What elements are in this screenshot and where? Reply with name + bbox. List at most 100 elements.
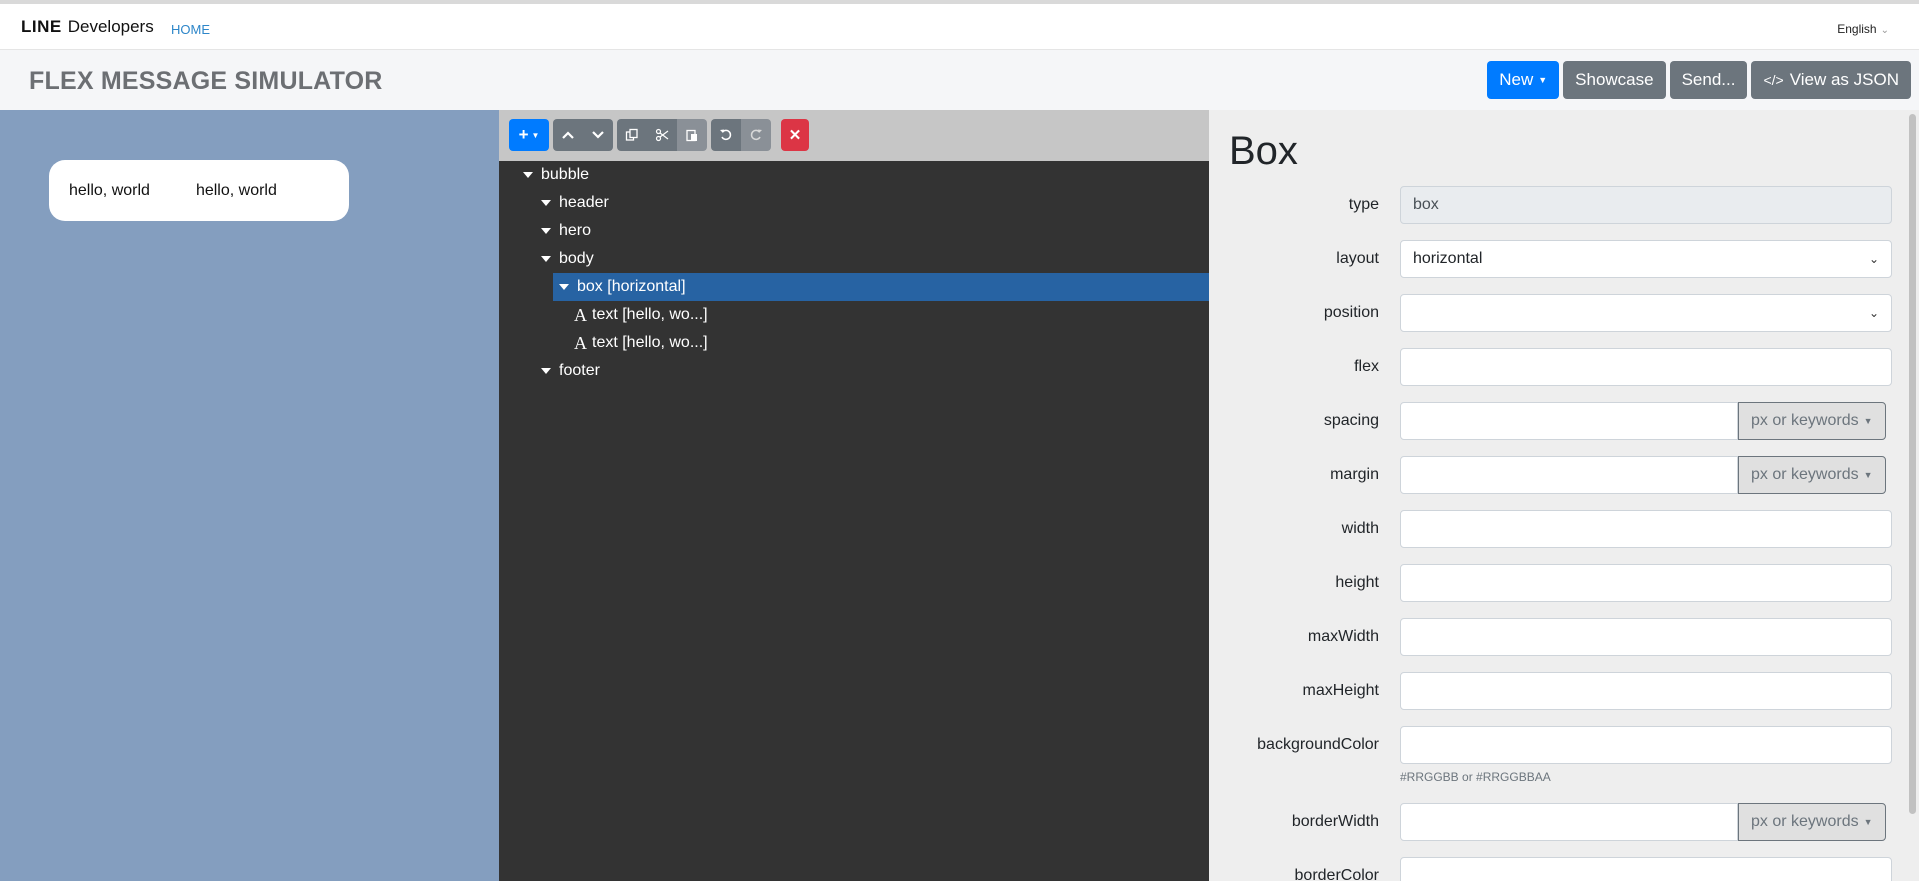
position-select[interactable]: ⌄ bbox=[1400, 294, 1892, 332]
maxwidth-input[interactable] bbox=[1400, 618, 1892, 656]
tree-toolbar: + ▼ ✕ bbox=[499, 110, 1209, 161]
tree-node-hero[interactable]: hero bbox=[541, 217, 591, 245]
spacing-input[interactable] bbox=[1400, 402, 1738, 440]
message-preview: hello, world hello, world bbox=[0, 110, 499, 881]
caret-down-icon: ▼ bbox=[1863, 470, 1873, 480]
tree-node-label: header bbox=[559, 194, 609, 211]
expand-caret-icon bbox=[523, 172, 533, 178]
view-as-json-label: View as JSON bbox=[1789, 70, 1899, 89]
expand-caret-icon bbox=[541, 200, 551, 206]
margin-input[interactable] bbox=[1400, 456, 1738, 494]
tree-node-body[interactable]: body bbox=[541, 245, 594, 273]
bordercolor-input[interactable] bbox=[1400, 857, 1892, 881]
arrow-up-icon bbox=[562, 131, 574, 139]
nav-home-link[interactable]: HOME bbox=[171, 22, 210, 37]
showcase-button[interactable]: Showcase bbox=[1563, 61, 1666, 99]
prop-row-margin: margin px or keywords ▼ bbox=[1209, 456, 1899, 494]
tree-node-label: footer bbox=[559, 362, 600, 379]
plus-icon: + bbox=[518, 125, 529, 144]
tree-node-label: box [horizontal] bbox=[577, 278, 686, 295]
new-button-label: New bbox=[1499, 70, 1534, 89]
prop-row-bordercolor: borderColor bbox=[1209, 857, 1899, 881]
arrow-down-icon bbox=[592, 131, 604, 139]
borderwidth-input[interactable] bbox=[1400, 803, 1738, 841]
position-label: position bbox=[1323, 304, 1379, 321]
flex-input[interactable] bbox=[1400, 348, 1892, 386]
width-input[interactable] bbox=[1400, 510, 1892, 548]
paste-button[interactable] bbox=[677, 119, 707, 151]
margin-unit-label: px or keywords bbox=[1751, 466, 1859, 483]
copy-icon bbox=[625, 128, 638, 141]
properties-title: Box bbox=[1229, 129, 1298, 173]
chevron-down-icon: ⌄ bbox=[1880, 25, 1889, 36]
undo-icon bbox=[720, 129, 732, 141]
backgroundcolor-input[interactable] bbox=[1400, 726, 1892, 764]
copy-button[interactable] bbox=[617, 119, 647, 151]
send-button[interactable]: Send... bbox=[1669, 61, 1748, 99]
caret-down-icon: ▼ bbox=[1863, 817, 1873, 827]
tree-node-text-2[interactable]: Atext [hello, wo...] bbox=[574, 329, 708, 357]
title-bar: FLEX MESSAGE SIMULATOR New ▼ Showcase Sen… bbox=[0, 50, 1919, 110]
brand-logo[interactable]: LINE Developers bbox=[21, 17, 154, 37]
maxheight-label: maxHeight bbox=[1302, 682, 1379, 699]
brand-line: LINE bbox=[21, 17, 62, 36]
add-component-button[interactable]: + ▼ bbox=[509, 119, 549, 151]
chevron-down-icon: ⌄ bbox=[1868, 306, 1879, 320]
chevron-down-icon: ⌄ bbox=[1868, 252, 1879, 266]
undo-button[interactable] bbox=[711, 119, 741, 151]
preview-text-1: hello, world bbox=[69, 181, 150, 199]
prop-row-type: type box bbox=[1209, 186, 1899, 224]
cut-button[interactable] bbox=[647, 119, 677, 151]
margin-unit-dropdown[interactable]: px or keywords ▼ bbox=[1738, 456, 1886, 494]
top-nav: LINE Developers HOME English ⌄ bbox=[0, 0, 1919, 50]
tree-node-bubble[interactable]: bubble bbox=[523, 161, 589, 189]
tree-node-text-1[interactable]: Atext [hello, wo...] bbox=[574, 301, 708, 329]
prop-row-maxwidth: maxWidth bbox=[1209, 618, 1899, 656]
tree-node-footer[interactable]: footer bbox=[541, 357, 600, 385]
backgroundcolor-hint: #RRGGBB or #RRGGBBAA bbox=[1400, 770, 1551, 784]
caret-down-icon: ▼ bbox=[1863, 416, 1873, 426]
prop-row-maxheight: maxHeight bbox=[1209, 672, 1899, 710]
maxwidth-label: maxWidth bbox=[1307, 628, 1379, 645]
redo-icon bbox=[750, 129, 762, 141]
maxheight-input[interactable] bbox=[1400, 672, 1892, 710]
expand-caret-icon bbox=[541, 256, 551, 262]
paste-icon bbox=[686, 129, 697, 142]
expand-caret-icon bbox=[541, 368, 551, 374]
height-input[interactable] bbox=[1400, 564, 1892, 602]
caret-down-icon: ▼ bbox=[1538, 75, 1548, 85]
tree-node-header[interactable]: header bbox=[541, 189, 609, 217]
prop-row-borderwidth: borderWidth px or keywords ▼ bbox=[1209, 803, 1899, 841]
tree-node-label: text [hello, wo...] bbox=[592, 306, 708, 323]
bubble-preview[interactable]: hello, world hello, world bbox=[49, 160, 349, 221]
prop-row-width: width bbox=[1209, 510, 1899, 548]
scrollbar[interactable] bbox=[1909, 114, 1916, 814]
layout-select[interactable]: horizontal ⌄ bbox=[1400, 240, 1892, 278]
prop-row-backgroundcolor: backgroundColor bbox=[1209, 726, 1899, 764]
tree-node-label: body bbox=[559, 250, 594, 267]
expand-caret-icon bbox=[541, 228, 551, 234]
page-title: FLEX MESSAGE SIMULATOR bbox=[29, 67, 383, 95]
language-selector[interactable]: English ⌄ bbox=[1837, 22, 1889, 36]
tree-node-label: text [hello, wo...] bbox=[592, 334, 708, 351]
spacing-unit-dropdown[interactable]: px or keywords ▼ bbox=[1738, 402, 1886, 440]
borderwidth-unit-label: px or keywords bbox=[1751, 813, 1859, 830]
type-label: type bbox=[1348, 196, 1379, 213]
spacing-unit-label: px or keywords bbox=[1751, 412, 1859, 429]
type-field: box bbox=[1400, 186, 1892, 224]
prop-row-flex: flex bbox=[1209, 348, 1899, 386]
margin-label: margin bbox=[1330, 466, 1379, 483]
tree-node-box-horizontal[interactable]: box [horizontal] bbox=[553, 273, 1209, 301]
move-up-button[interactable] bbox=[553, 119, 583, 151]
text-type-icon: A bbox=[574, 332, 587, 353]
new-button[interactable]: New ▼ bbox=[1487, 61, 1560, 99]
borderwidth-unit-dropdown[interactable]: px or keywords ▼ bbox=[1738, 803, 1886, 841]
view-as-json-button[interactable]: </> View as JSON bbox=[1751, 61, 1911, 99]
move-down-button[interactable] bbox=[583, 119, 613, 151]
redo-button[interactable] bbox=[741, 119, 771, 151]
height-label: height bbox=[1335, 574, 1379, 591]
tree-node-label: hero bbox=[559, 222, 592, 239]
properties-panel: Box type box layout horizontal ⌄ positio… bbox=[1209, 110, 1919, 881]
bordercolor-label: borderColor bbox=[1294, 867, 1379, 881]
delete-button[interactable]: ✕ bbox=[781, 119, 809, 151]
